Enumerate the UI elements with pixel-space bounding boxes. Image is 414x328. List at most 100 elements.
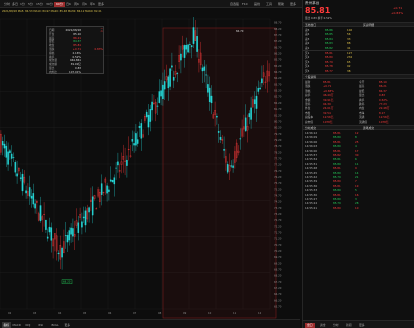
candle-body (232, 165, 234, 168)
candle-body (219, 136, 222, 140)
stat-key: 总市值 (305, 119, 314, 124)
stat-key: 流通值 (359, 119, 368, 124)
price-change: +0.71 (393, 6, 403, 10)
candle-body (187, 44, 189, 53)
toolbar-menu-item[interactable]: 工具 (266, 2, 272, 7)
candle-body (156, 105, 159, 107)
y-tick-label: 85.20 (274, 64, 282, 68)
y-tick-label: 70.20 (274, 249, 282, 253)
y-tick-label: 66.70 (274, 292, 282, 296)
candle-body (66, 235, 69, 243)
candle-body (190, 45, 193, 48)
candle-body (61, 247, 63, 258)
candle-body (239, 138, 242, 140)
y-tick-label: 76.20 (274, 175, 282, 179)
trades-tab[interactable]: 分时成交 (305, 126, 316, 130)
candle-body (253, 99, 256, 105)
candle-body (162, 84, 164, 100)
trade-price: 85.80 (333, 205, 341, 210)
toolbar-menu-item[interactable]: 自选股 (230, 2, 239, 7)
panel-tab[interactable]: 盘口 (305, 322, 315, 328)
y-tick-label: 65.70 (274, 305, 282, 309)
y-tick-label: 78.70 (274, 144, 282, 148)
toolbar-menu-item[interactable]: 画线 (254, 2, 260, 7)
indicator-tab[interactable]: RSI (37, 322, 45, 328)
candle-body (167, 76, 170, 89)
indicator-tab[interactable]: 指标 (2, 321, 11, 328)
candle-body (48, 226, 51, 233)
order-book-right[interactable]: 买卖明细 (363, 23, 374, 27)
candle-body (226, 164, 229, 173)
candle-body (250, 107, 252, 120)
y-tick-label: 75.70 (274, 181, 282, 185)
candle-body (109, 179, 112, 182)
candle-body (16, 173, 18, 177)
indicator-tab[interactable]: BOLL (50, 322, 60, 328)
sub-info: 量比 0.83 换手 0.52% (305, 17, 332, 20)
candle-body (32, 193, 35, 205)
candle-body (3, 143, 6, 149)
candle-body (147, 114, 150, 128)
y-tick-label: 78.20 (274, 150, 282, 154)
y-tick-label: 82.70 (274, 95, 282, 99)
x-tick-label: 03 (33, 311, 37, 315)
candle-body (9, 150, 11, 154)
panel-tab[interactable]: 资金 (318, 323, 328, 328)
candle-body (7, 151, 9, 165)
y-tick-label: 67.70 (274, 280, 282, 284)
y-tick-label: 69.20 (274, 261, 282, 265)
candle-body (230, 165, 233, 167)
y-tick-label: 68.70 (274, 268, 282, 272)
candle-body (39, 205, 42, 221)
y-tick-label: 79.20 (274, 138, 282, 142)
indicator-tab[interactable]: MACD (11, 322, 22, 328)
popup-key: 内外比 (49, 69, 58, 74)
candle-body (180, 53, 182, 61)
toolbar-menu-item[interactable]: 更多 (290, 2, 296, 7)
candle-body (82, 216, 85, 219)
panel-tabs: 盘口 资金 分时 新闻 更多 (303, 320, 414, 328)
candle-body (185, 44, 188, 50)
candle-body (196, 36, 198, 52)
toolbar-menu-item[interactable]: 帮助 (278, 2, 284, 7)
y-tick-label: 81.20 (274, 113, 282, 117)
candlestick-chart[interactable]: 88.70 88.20 87.70 87.20 86.70 86.20 85.70 85.20… (0, 15, 300, 319)
candle-body (133, 143, 135, 146)
candle-body (158, 91, 161, 103)
candle-body (30, 195, 33, 199)
y-tick-label: 83.20 (274, 89, 282, 93)
stat-row: 总市值 1078亿 流通值 1078亿 (303, 120, 414, 124)
y-tick-label: 72.70 (274, 218, 282, 222)
panel-tab[interactable]: 分时 (331, 323, 341, 328)
trade-volume: 10 (355, 205, 359, 210)
y-tick-label: 71.20 (274, 237, 282, 241)
y-tick-label: 81.70 (274, 107, 282, 111)
candle-body (50, 227, 53, 241)
candle-body (34, 203, 36, 209)
trade-time: 14:55:21 (305, 205, 318, 210)
ohlc-popup: 日期 2021/08/18 三开盘 85.10 最高 86.21 最低 84.37 收盘 85.8… (46, 26, 104, 74)
y-tick-label: 70.70 (274, 243, 282, 247)
toolbar-menu-item[interactable]: F10 (242, 2, 248, 7)
x-tick-label: 08 (158, 311, 162, 315)
candle-body (136, 139, 139, 144)
indicator-tab[interactable]: 更多 (63, 322, 72, 328)
y-tick-label: 79.70 (274, 132, 282, 136)
period-tab[interactable]: 更多 (96, 2, 106, 7)
candle-body (208, 87, 211, 103)
candle-body (111, 179, 114, 183)
candle-body (160, 90, 162, 97)
panel-tab[interactable]: 更多 (357, 323, 367, 328)
candle-body (151, 101, 153, 111)
y-tick-label: 87.70 (274, 33, 282, 37)
candle-body (145, 111, 148, 118)
candle-body (135, 133, 137, 146)
y-tick-label: 84.20 (274, 76, 282, 80)
candle-body (248, 113, 251, 118)
panel-tab[interactable]: 新闻 (344, 323, 354, 328)
popup-row: 内外比 107.01% (49, 69, 103, 75)
trades-tab[interactable]: 逐笔成交 (363, 126, 374, 130)
candle-body (88, 207, 90, 213)
y-tick-label: 73.20 (274, 212, 282, 216)
indicator-tab[interactable]: KDJ (24, 322, 32, 328)
